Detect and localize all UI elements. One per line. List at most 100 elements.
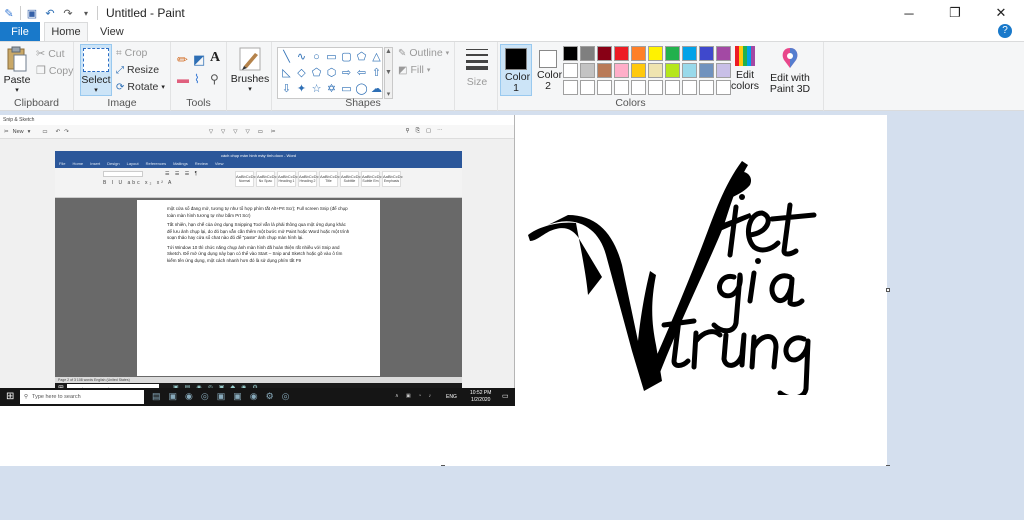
four-point-star-shape-icon[interactable]: ✦ [294, 81, 309, 97]
color-swatch[interactable] [648, 80, 663, 95]
ribbon-tabs: File Home View ? [0, 22, 1024, 42]
color-swatch[interactable] [648, 63, 663, 78]
oval-callout-shape-icon[interactable]: ◯ [354, 81, 369, 97]
rotate-button[interactable]: ⟳ Rotate ▾ [116, 81, 165, 93]
brushes-dropdown-icon[interactable]: ▾ [248, 85, 252, 93]
color-swatch[interactable] [597, 63, 612, 78]
polygon-shape-icon[interactable]: ⬠ [354, 49, 369, 65]
color-swatch[interactable] [614, 80, 629, 95]
oval-shape-icon[interactable]: ○ [309, 49, 324, 65]
pentagon-shape-icon[interactable]: ⬠ [309, 65, 324, 81]
taskbar-app-icons: ▤▣◉◎▣▣◉⚙◎ [152, 391, 298, 401]
tab-file[interactable]: File [0, 22, 40, 42]
outline-button[interactable]: ✎ Outline ▾ [398, 47, 449, 59]
color-picker-icon[interactable]: ⌇ [194, 72, 200, 86]
fill-dropdown-icon: ▾ [426, 67, 431, 74]
viet-gia-trung-logo [528, 161, 817, 395]
edit-with-paint3d-button[interactable]: Edit with Paint 3D [768, 46, 812, 95]
color-swatch[interactable] [682, 63, 697, 78]
color-swatch[interactable] [614, 63, 629, 78]
cloud-callout-shape-icon[interactable]: ☁ [369, 81, 384, 97]
color-swatch[interactable] [648, 46, 663, 61]
triangle-shape-icon[interactable]: △ [369, 49, 384, 65]
color-swatch[interactable] [699, 80, 714, 95]
color-swatch[interactable] [563, 63, 578, 78]
magnifier-icon[interactable]: ⚲ [210, 72, 219, 86]
color-swatch[interactable] [716, 80, 731, 95]
eraser-icon[interactable]: ▬ [177, 72, 189, 86]
select-dropdown-icon[interactable]: ▾ [94, 86, 98, 94]
resize-button[interactable]: ⤢ Resize [116, 64, 159, 76]
color-swatch[interactable] [631, 63, 646, 78]
rotate-dropdown-icon[interactable]: ▾ [161, 83, 165, 91]
select-button[interactable]: Select ▾ [80, 44, 112, 96]
undo-icon[interactable]: ↶ [43, 7, 57, 20]
color-swatch[interactable] [597, 80, 612, 95]
rounded-callout-shape-icon[interactable]: ▭ [339, 81, 354, 97]
color-swatch[interactable] [614, 46, 629, 61]
left-arrow-shape-icon[interactable]: ⇦ [354, 65, 369, 81]
color-swatch[interactable] [580, 80, 595, 95]
color2-button[interactable]: Color 2 [534, 44, 562, 96]
color-swatch[interactable] [699, 46, 714, 61]
color-swatch[interactable] [665, 80, 680, 95]
pencil-icon[interactable]: ✏ [177, 52, 188, 68]
edit-colors-label: Edit colors [730, 69, 759, 92]
paste-button[interactable]: Paste ▾ [4, 45, 30, 94]
brushes-button[interactable]: Brushes ▾ [231, 45, 269, 93]
rectangle-shape-icon[interactable]: ▭ [324, 49, 339, 65]
logo-letter-g2 [777, 335, 811, 395]
color-swatch[interactable] [665, 63, 680, 78]
color-swatch[interactable] [699, 63, 714, 78]
hexagon-shape-icon[interactable]: ⬡ [324, 65, 339, 81]
word-document: một cửa sổ đang mở, tương tự như tổ hợp … [137, 200, 380, 376]
right-triangle-shape-icon[interactable]: ◺ [279, 65, 294, 81]
color-swatch[interactable] [665, 46, 680, 61]
rounded-rectangle-shape-icon[interactable]: ▢ [339, 49, 354, 65]
tab-home[interactable]: Home [44, 22, 88, 42]
size-button[interactable]: Size [459, 46, 495, 88]
shapes-scrollbar[interactable]: ▲ ▼ ▾ [384, 47, 393, 99]
edit-colors-button[interactable]: Edit colors [730, 45, 760, 92]
color-swatch[interactable] [597, 46, 612, 61]
color-swatch[interactable] [580, 46, 595, 61]
color-swatch[interactable] [580, 63, 595, 78]
scroll-up-icon[interactable]: ▲ [385, 48, 392, 55]
paste-dropdown-icon[interactable]: ▾ [15, 86, 19, 94]
color1-button[interactable]: Color 1 [500, 44, 532, 96]
color-swatch[interactable] [563, 80, 578, 95]
save-icon[interactable]: ▣ [25, 7, 39, 20]
scroll-down-icon[interactable]: ▼ [385, 69, 392, 76]
rotate-label: Rotate [127, 81, 159, 93]
curve-shape-icon[interactable]: ∿ [294, 49, 309, 65]
color-swatch[interactable] [631, 46, 646, 61]
help-icon[interactable]: ? [998, 24, 1012, 38]
clipboard-group-label: Clipboard [14, 97, 59, 109]
color-swatch[interactable] [716, 46, 731, 61]
color-swatch[interactable] [682, 46, 697, 61]
crop-button[interactable]: ⌗ Crop [116, 47, 147, 59]
color-swatch[interactable] [716, 63, 731, 78]
five-point-star-shape-icon[interactable]: ☆ [309, 81, 324, 97]
color-swatch[interactable] [563, 46, 578, 61]
text-icon[interactable]: A [210, 50, 220, 66]
tab-view[interactable]: View [88, 22, 136, 42]
color-swatch[interactable] [682, 80, 697, 95]
up-arrow-shape-icon[interactable]: ⇧ [369, 65, 384, 81]
six-point-star-shape-icon[interactable]: ✡ [324, 81, 339, 97]
redo-icon[interactable]: ↷ [61, 7, 75, 20]
diamond-shape-icon[interactable]: ◇ [294, 65, 309, 81]
resize-handle-right[interactable] [886, 288, 890, 292]
drawing-canvas[interactable]: Snip & Sketch ✂ New ▾ ▭ ↶ ↷ ▽▽▽▽▭✂ ⚲⎘▢⋯ … [0, 115, 887, 466]
cut-button[interactable]: ✂ Cut [36, 47, 65, 61]
line-shape-icon[interactable]: ╲ [279, 49, 294, 65]
copy-button[interactable]: ❐ Copy [36, 64, 73, 78]
fill-button[interactable]: ◩ Fill ▾ [398, 64, 430, 76]
paint3d-label: Edit with Paint 3D [769, 72, 811, 95]
fill-bucket-icon[interactable]: ◩ [193, 52, 205, 68]
paint-app-icon[interactable]: ✎ [2, 7, 16, 20]
right-arrow-shape-icon[interactable]: ⇨ [339, 65, 354, 81]
customize-qa-icon[interactable]: ▾ [79, 9, 93, 18]
down-arrow-shape-icon[interactable]: ⇩ [279, 81, 294, 97]
color-swatch[interactable] [631, 80, 646, 95]
